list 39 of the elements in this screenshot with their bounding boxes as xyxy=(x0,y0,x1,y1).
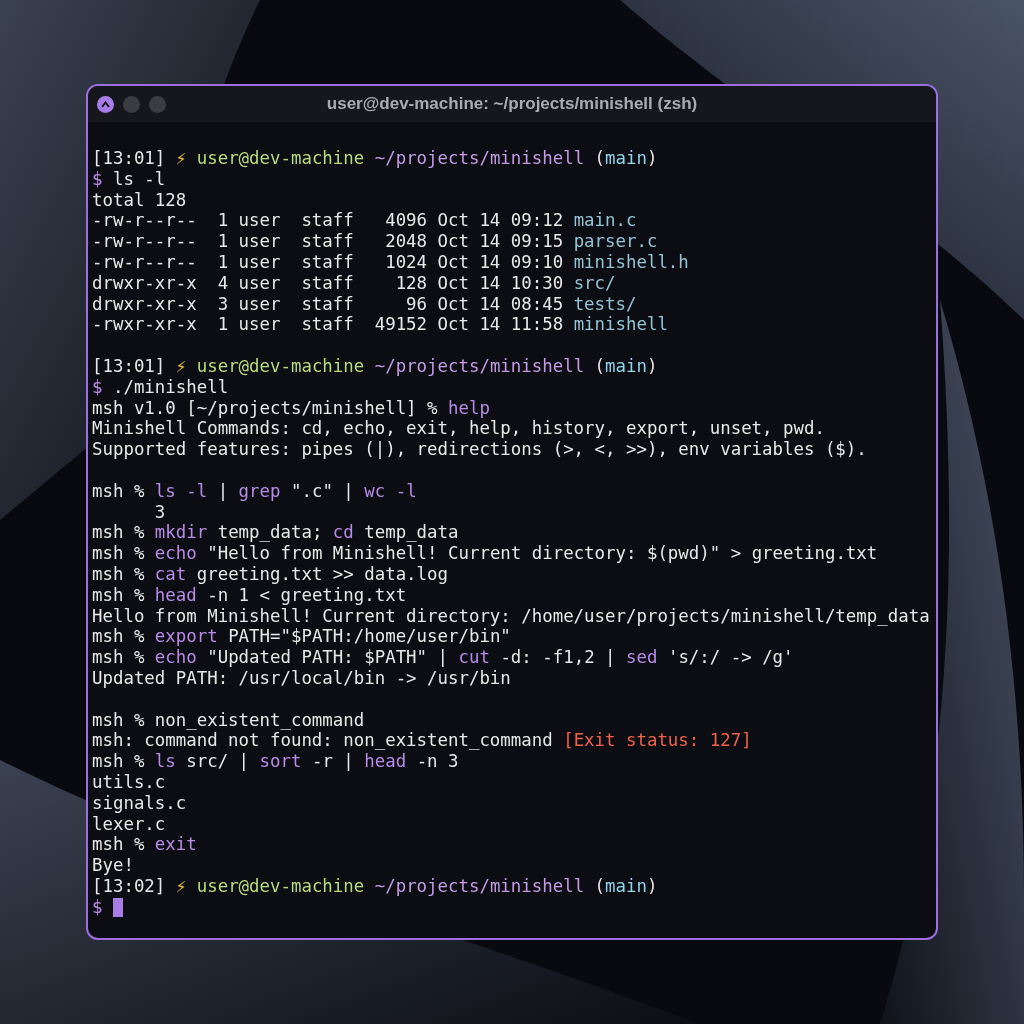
terminal-line: [13:01] ⚡ user@dev-machine ~/projects/minishell (main) xyxy=(92,148,658,169)
close-button[interactable] xyxy=(97,95,114,113)
terminal-line: Updated PATH: /usr/local/bin -> /usr/bin xyxy=(92,667,511,689)
terminal-line: msh % mkdir temp_data; cd temp_data xyxy=(92,522,459,544)
minimize-button[interactable] xyxy=(123,95,140,113)
terminal-line: [13:02] ⚡ user@dev-machine ~/projects/minishell (main) xyxy=(92,875,658,897)
terminal-line: $ ./minishell xyxy=(92,376,229,398)
terminal-line: -rw-r--r-- 1 user staff 2048 Oct 14 09:15 parser.c xyxy=(92,231,658,252)
terminal-line: msh % ls src/ | sort -r | head -n 3 xyxy=(92,751,459,772)
terminal-line: msh: command not found: non_existent_command [Exit status: 127] xyxy=(92,730,752,752)
terminal-line: msh % exit xyxy=(92,834,197,856)
terminal-line: Bye! xyxy=(92,855,134,876)
terminal-line: msh v1.0 [~/projects/minishell] % help xyxy=(92,397,490,419)
terminal-line: $ xyxy=(92,896,104,918)
terminal-line: msh % ls -l | grep ".c" | wc -l xyxy=(92,480,417,502)
terminal-line: utils.c xyxy=(92,771,166,793)
zoom-button[interactable] xyxy=(149,95,166,113)
terminal-line: msh % cat greeting.txt >> data.log xyxy=(92,563,448,585)
terminal-line: drwxr-xr-x 3 user staff 96 Oct 14 08:45 tests/ xyxy=(92,293,637,315)
terminal-line: Hello from Minishell! Current directory: /home/user/projects/minishell/temp_data xyxy=(92,605,930,627)
terminal-line: msh % echo "Updated PATH: $PATH" | cut -d: -f1,2 | sed 's/:/ -> /g' xyxy=(92,647,794,668)
terminal-line: lexer.c xyxy=(92,813,166,835)
terminal-line: drwxr-xr-x 4 user staff 128 Oct 14 10:30 src/ xyxy=(92,272,616,294)
window-title: user@dev-machine: ~/projects/minishell (zsh) xyxy=(326,93,698,116)
terminal-line: Supported features: pipes (|), redirections (>, <, >>), env variables ($). xyxy=(92,439,867,460)
terminal-line: -rw-r--r-- 1 user staff 1024 Oct 14 09:10 minishell.h xyxy=(92,252,689,273)
terminal-line: msh % head -n 1 < greeting.txt xyxy=(92,584,407,606)
terminal-line: total 128 xyxy=(92,189,187,211)
terminal-line: msh % export PATH="$PATH:/home/user/bin" xyxy=(92,626,511,648)
terminal-line: Minishell Commands: cd, echo, exit, help, history, export, unset, pwd. xyxy=(92,418,825,440)
terminal-line: 3 xyxy=(153,501,166,523)
terminal-line: signals.c xyxy=(92,792,187,814)
terminal-line: msh % echo "Hello from Minishell! Current directory: $(pwd)" > greeting.txt xyxy=(92,543,878,564)
terminal-line: -rwxr-xr-x 1 user staff 49152 Oct 14 11:58 minishell xyxy=(92,314,668,336)
terminal-line: -rw-r--r-- 1 user staff 4096 Oct 14 09:12 main.c xyxy=(92,210,637,232)
terminal-line: [13:01] ⚡ user@dev-machine ~/projects/minishell (main) xyxy=(92,355,658,377)
terminal-line: $ ls -l xyxy=(92,168,166,190)
caret-icon xyxy=(101,100,110,108)
terminal-line: msh % non_existent_command xyxy=(92,709,365,731)
